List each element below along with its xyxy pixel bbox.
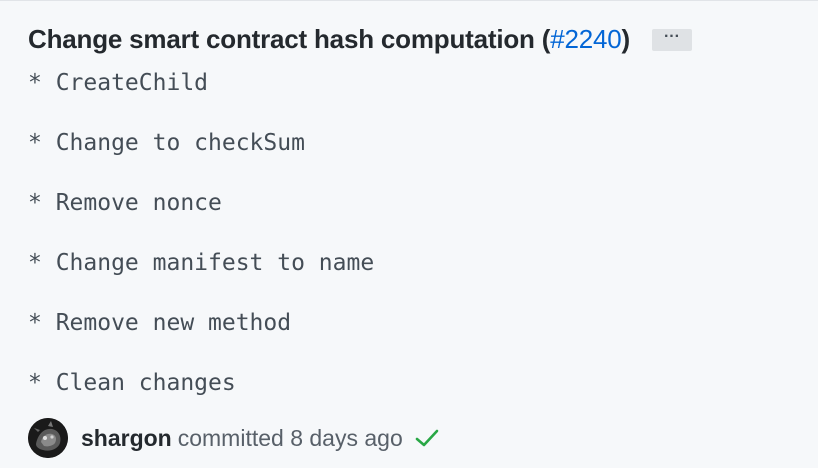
commit-message-line: * Remove new method (28, 310, 292, 336)
commit-message-line: * CreateChild (28, 70, 209, 96)
commit-message-line: * Change to checkSum (28, 130, 305, 156)
commit-message-line: * Clean changes (28, 370, 236, 396)
avatar[interactable] (28, 418, 68, 458)
commit-title[interactable]: Change smart contract hash computation (… (28, 19, 630, 59)
commit-meta: shargon committed 8 days ago (28, 418, 439, 458)
commit-message-body: * CreateChild * Change to checkSum * Rem… (28, 63, 374, 423)
author-name[interactable]: shargon (81, 425, 172, 452)
commit-time: committed 8 days ago (177, 424, 403, 451)
expand-message-button[interactable]: ··· (651, 28, 692, 51)
commit-title-text[interactable]: Change smart contract hash computation ( (28, 24, 550, 54)
commit-box: Change smart contract hash computation (… (0, 0, 818, 468)
commit-message-line: * Remove nonce (28, 190, 222, 216)
commit-message-line: * Change manifest to name (28, 250, 375, 276)
check-icon[interactable] (415, 428, 439, 448)
commit-title-row: Change smart contract hash computation (… (28, 19, 692, 59)
ellipsis-icon: ··· (663, 28, 680, 45)
avatar-image (28, 418, 68, 458)
commit-title-suffix[interactable]: ) (622, 24, 631, 54)
pr-link[interactable]: #2240 (550, 24, 622, 54)
